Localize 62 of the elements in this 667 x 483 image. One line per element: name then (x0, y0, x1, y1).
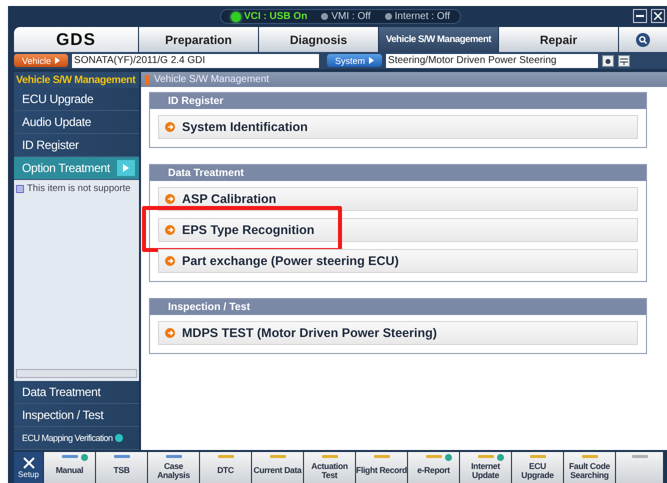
minimize-icon (636, 15, 644, 17)
vehicle-button[interactable]: Vehicle (14, 54, 68, 67)
arrow-circle-icon (165, 225, 175, 235)
info-icon (497, 454, 504, 461)
section-header: Data Treatment (150, 165, 646, 181)
toolbar-button[interactable]: Case Analysis (148, 452, 199, 483)
arrow-circle-icon (165, 328, 175, 338)
toolbar-button[interactable]: Flight Record (356, 452, 407, 483)
nav-tab[interactable]: Repair (499, 27, 618, 52)
status-label: VCI : USB On (244, 11, 308, 22)
sidebar-item[interactable]: Audio Update (14, 111, 139, 134)
sidebar-item[interactable]: Data Treatment (14, 381, 139, 404)
info-icon (81, 454, 88, 461)
menu-item[interactable]: System Identification (158, 115, 638, 139)
menu-item[interactable]: MDPS TEST (Motor Driven Power Steering) (158, 321, 638, 345)
search-button[interactable] (619, 27, 667, 52)
sidebar-item[interactable]: ECU Mapping Verification (14, 427, 139, 450)
toolbar-button[interactable]: e-Report (408, 452, 459, 483)
sidebar-item[interactable]: Option Treatment (14, 157, 139, 180)
toolbar-button[interactable]: Current Data (252, 452, 303, 483)
nav-tab[interactable]: Vehicle S/W Management (379, 27, 498, 52)
horizontal-scrollbar[interactable] (16, 369, 137, 378)
vehicle-field[interactable]: SONATA(YF)/2011/G 2.4 GDI (72, 54, 320, 68)
menu-item[interactable]: ASP Calibration (158, 187, 638, 211)
sidebar-item[interactable]: ECU Upgrade (14, 88, 139, 111)
arrow-circle-icon (165, 256, 175, 266)
sidebar-item[interactable]: Inspection / Test (14, 404, 139, 427)
menu-item[interactable]: Part exchange (Power steering ECU) (158, 249, 638, 273)
status-label: VMI : Off (331, 11, 371, 22)
close-icon (654, 12, 662, 20)
play-arrow-icon (55, 57, 60, 64)
play-arrow-icon (369, 57, 374, 64)
system-field[interactable]: Steering/Motor Driven Power Steering (386, 54, 598, 68)
search-icon (636, 32, 650, 46)
section-header: ID Register (150, 93, 646, 109)
status-label: Internet : Off (394, 11, 450, 22)
toolbar-button[interactable]: Actuation Test (304, 452, 355, 483)
info-icon (445, 454, 452, 461)
note-icon (16, 184, 24, 192)
toolbar-button[interactable]: Fault Code Searching (564, 452, 615, 483)
toolbar-button[interactable]: DTC (200, 452, 251, 483)
arrow-circle-icon (165, 122, 175, 132)
menu-item[interactable]: EPS Type Recognition (158, 218, 638, 242)
info-icon (114, 434, 123, 442)
section-header: Inspection / Test (150, 299, 646, 315)
app-logo: GDS (14, 27, 138, 52)
arrow-circle-icon (165, 194, 175, 204)
toolbar-button[interactable]: Manual (44, 452, 95, 483)
sidebar-title: Vehicle S/W Management (14, 72, 139, 88)
toolbar-button[interactable]: ECU Upgrade (512, 452, 563, 483)
unsupported-note: This item is not supporte (27, 183, 130, 194)
sidebar-item[interactable]: ID Register (14, 134, 139, 157)
nav-tab[interactable]: Diagnosis (259, 27, 378, 52)
close-button[interactable] (651, 9, 665, 23)
panel-icon[interactable] (618, 54, 630, 66)
toolbar-button[interactable]: Internet Update (460, 452, 511, 483)
toolbar-button[interactable]: TSB (96, 452, 147, 483)
content-header: Vehicle S/W Management (141, 72, 667, 87)
setup-button[interactable]: Setup (14, 452, 43, 483)
nav-tab[interactable]: Preparation (139, 27, 258, 52)
minimize-button[interactable] (633, 9, 647, 23)
system-button[interactable]: System (327, 54, 382, 67)
